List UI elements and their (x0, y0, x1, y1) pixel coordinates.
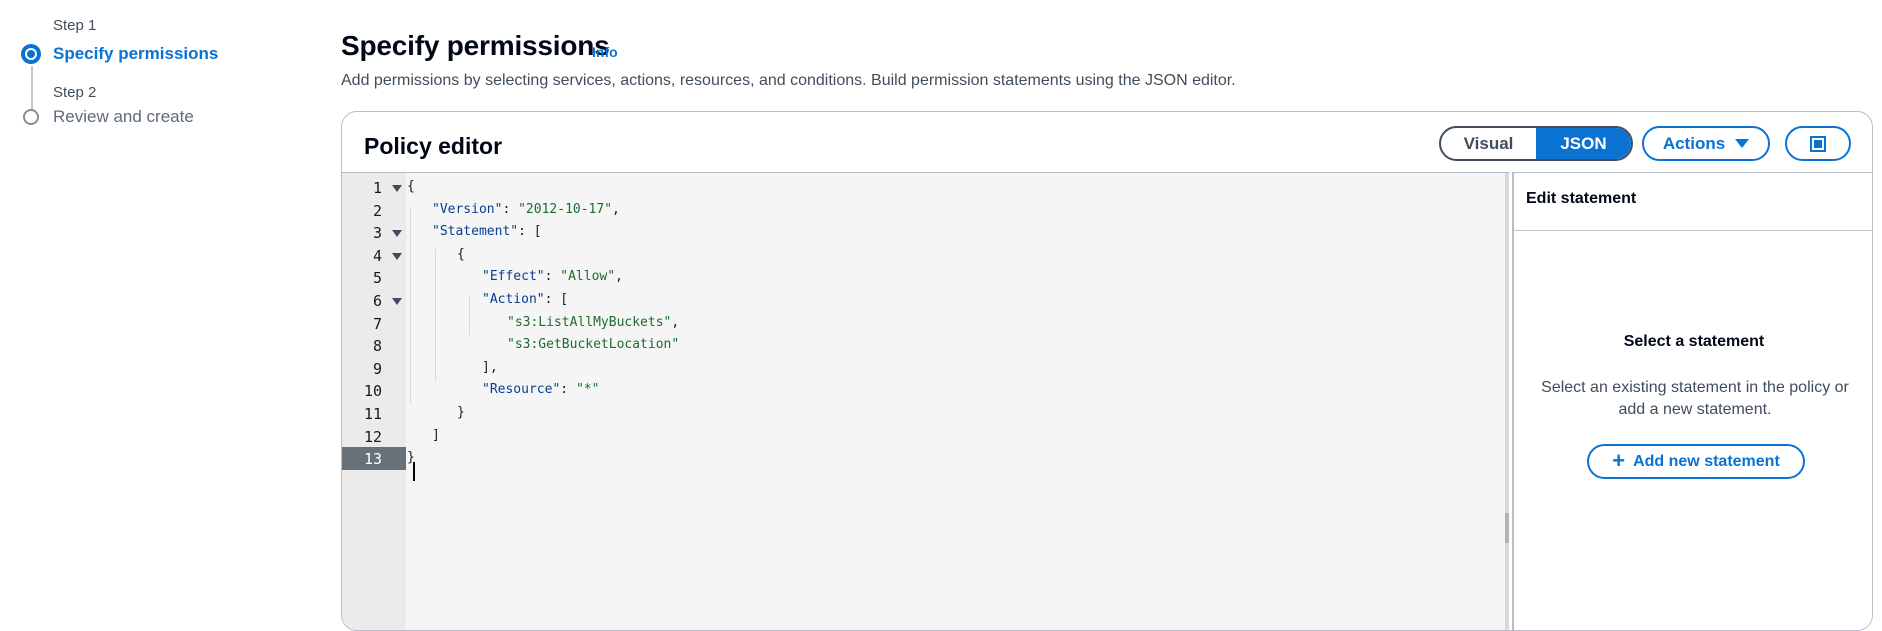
panel-divider (1514, 230, 1872, 231)
actions-label: Actions (1662, 133, 1726, 153)
line-number: 2 (372, 201, 382, 220)
line-number: 4 (342, 244, 406, 267)
json-key: "Action" (482, 292, 545, 307)
code-line: } (405, 402, 465, 425)
code-line: } (405, 447, 415, 470)
select-statement-heading: Select a statement (1623, 333, 1765, 350)
line-number: 9 (372, 359, 382, 378)
json-string: "2012-10-17" (518, 201, 613, 217)
step-1-label: Step 1 (53, 17, 97, 34)
code-line: ], (405, 357, 498, 380)
code-line: { (405, 176, 415, 199)
fold-toggle-icon[interactable] (392, 252, 402, 260)
json-code-editor[interactable]: 1{2 "Version": "2012-10-17", 3 "Statement":… (342, 172, 1509, 630)
step-2-label: Step 2 (53, 84, 97, 101)
line-number: 3 (342, 221, 406, 244)
page-description: Add permissions by selecting services, a… (341, 72, 1236, 89)
json-mode-button[interactable]: JSON (1536, 128, 1631, 159)
fold-toggle-icon[interactable] (392, 230, 402, 238)
plus-icon: + (1612, 447, 1626, 473)
fold-toggle-icon[interactable] (392, 298, 402, 305)
code-line: "Effect": "Allow", (405, 266, 623, 289)
json-string: "*" (575, 382, 600, 398)
caret-down-icon (1735, 139, 1750, 148)
line-number: 5 (372, 269, 382, 288)
step-connector (31, 66, 33, 112)
json-punctuation: : [ (544, 292, 569, 307)
edit-statement-title: Edit statement (1526, 190, 1637, 207)
json-colon: : (502, 201, 519, 217)
code-line: "s3:ListAllMyBuckets", (405, 312, 679, 335)
json-key: "Statement" (432, 224, 519, 240)
json-string: "s3:GetBucketLocation" (507, 337, 680, 353)
editor-resize-handle[interactable] (1505, 173, 1509, 630)
json-colon: : (560, 382, 576, 398)
json-punctuation: } (457, 405, 465, 420)
code-line: "Version": "2012-10-17", (405, 199, 620, 222)
actions-dropdown-button[interactable]: Actions (1642, 126, 1770, 161)
step-2-title: Review and create (53, 107, 194, 126)
json-punctuation: ], (482, 359, 498, 375)
policy-editor-container: Policy editor Visual JSON Actions 1{2 "Ve… (341, 111, 1873, 631)
json-string: "Allow" (560, 269, 616, 285)
line-number: 13 (342, 447, 406, 470)
policy-editor-title: Policy editor (364, 133, 503, 159)
info-link[interactable]: Info (592, 44, 618, 60)
fold-toggle-icon[interactable] (392, 185, 402, 192)
line-number: 11 (363, 405, 382, 423)
visual-mode-button[interactable]: Visual (1441, 128, 1536, 159)
line-number: 8 (372, 337, 382, 356)
fullscreen-button[interactable] (1785, 126, 1851, 161)
edit-statement-panel: Edit statement Select a statement Select… (1512, 172, 1872, 630)
json-punctuation: , (612, 201, 620, 217)
json-punctuation: { (457, 246, 465, 262)
step-1-current-indicator-icon (21, 44, 41, 64)
page-title: Specify permissions (341, 30, 610, 61)
line-number: 7 (372, 314, 382, 333)
json-punctuation: { (407, 179, 415, 194)
code-line: ] (405, 425, 440, 448)
json-key: "Resource" (482, 382, 561, 398)
add-new-statement-button[interactable]: + Add new statement (1587, 444, 1805, 479)
select-statement-text: Select an existing statement in the poli… (1541, 379, 1849, 418)
add-new-statement-label: Add new statement (1633, 452, 1780, 470)
wizard-steps: Step 1 Specify permissions Step 2 Review… (0, 0, 300, 612)
line-number: 6 (342, 289, 406, 312)
code-line: { (405, 244, 465, 267)
line-number: 10 (363, 382, 382, 401)
json-punctuation: , (615, 269, 623, 285)
line-number: 12 (363, 427, 382, 446)
step-2-indicator-icon (23, 109, 39, 125)
json-key: "Effect" (482, 269, 545, 285)
code-line: "s3:GetBucketLocation" (405, 334, 679, 357)
json-key: "Version" (432, 201, 503, 217)
fullscreen-icon (1810, 135, 1826, 152)
json-punctuation: ] (432, 427, 440, 443)
step-1-title[interactable]: Specify permissions (53, 44, 218, 64)
json-punctuation: } (407, 450, 415, 466)
json-punctuation: , (671, 314, 680, 330)
json-punctuation: : [ (518, 224, 542, 240)
editor-mode-toggle: Visual JSON (1439, 126, 1633, 161)
code-line: "Resource": "*" (405, 379, 599, 402)
json-string: "s3:ListAllMyBuckets" (507, 314, 672, 330)
line-number: 1 (342, 176, 406, 199)
json-colon: : (544, 269, 561, 285)
code-line: "Action": [ (405, 289, 568, 312)
code-line: "Statement": [ (405, 221, 542, 244)
